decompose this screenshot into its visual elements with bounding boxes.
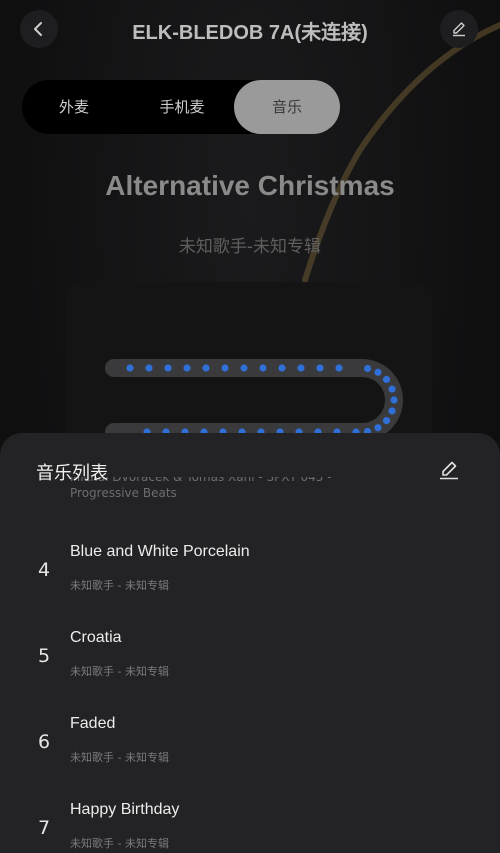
track-separator: - — [114, 665, 125, 678]
track-number: 6 — [37, 731, 51, 753]
led-dot — [126, 364, 134, 372]
track-name: Happy Birthday — [70, 801, 180, 818]
list-item[interactable]: 7 Happy Birthday 未知歌手 - 未知专辑 — [0, 795, 500, 853]
track-name: Blue and White Porcelain — [70, 543, 250, 560]
track-number: 4 — [37, 559, 51, 581]
track-artist: 未知歌手 — [70, 579, 114, 592]
track-meta: 未知歌手 - 未知专辑 — [70, 835, 169, 851]
now-playing-subtitle: 未知歌手-未知专辑 — [178, 237, 322, 257]
now-playing-title: Alternative Christmas — [105, 170, 395, 201]
led-dot — [374, 368, 382, 376]
led-dot — [388, 407, 396, 415]
led-dot — [221, 364, 229, 372]
track-meta: 未知歌手 - 未知专辑 — [70, 749, 169, 765]
led-dot — [259, 364, 267, 372]
led-dot — [388, 385, 396, 393]
edit-device-button[interactable] — [440, 10, 478, 48]
track-name: Croatia — [70, 629, 122, 646]
music-list-title: 音乐列表 — [36, 463, 108, 484]
top-bar: ELK-BLEDOB 7A(未连接) — [0, 0, 500, 60]
track-album: 未知专辑 — [124, 837, 169, 850]
led-dot — [145, 364, 153, 372]
list-item-partial[interactable]: Michal Dvoracek & Tomas Xahl - SPXT 045 … — [70, 477, 450, 501]
led-dot — [164, 364, 172, 372]
list-item[interactable]: 6 Faded 未知歌手 - 未知专辑 — [0, 709, 500, 795]
tab-external-mic[interactable]: 外麦 — [22, 80, 126, 134]
track-album: 未知专辑 — [124, 579, 169, 592]
track-meta: 未知歌手 - 未知专辑 — [70, 577, 169, 593]
pencil-icon — [453, 22, 465, 37]
track-artist: 未知歌手 — [70, 837, 114, 850]
track-separator: - — [114, 751, 125, 764]
track-album: 未知专辑 — [124, 751, 169, 764]
track-number: 7 — [37, 817, 51, 839]
partial-item-line2: Progressive Beats — [70, 486, 177, 500]
led-dot — [374, 424, 382, 432]
track-artist: 未知歌手 — [70, 751, 114, 764]
led-dot — [363, 364, 372, 373]
pencil-icon — [440, 461, 458, 480]
track-album: 未知专辑 — [124, 665, 169, 678]
led-dot — [316, 364, 324, 372]
track-separator: - — [114, 837, 125, 850]
led-dot — [335, 364, 343, 372]
back-button[interactable] — [20, 10, 58, 48]
led-dot — [183, 364, 191, 372]
mode-tabs: 外麦 手机麦 音乐 — [22, 80, 340, 134]
led-dot — [202, 364, 210, 372]
led-dot — [382, 416, 391, 425]
led-dot — [240, 364, 248, 372]
chevron-left-icon — [34, 22, 42, 36]
led-dot — [297, 364, 305, 372]
led-dot — [382, 375, 391, 384]
led-dot — [278, 364, 286, 372]
partial-item-line1: Michal Dvoracek & Tomas Xahl - SPXT 045 … — [70, 477, 332, 484]
track-artist: 未知歌手 — [70, 665, 114, 678]
track-name: Faded — [70, 715, 116, 732]
music-list-sheet: Michal Dvoracek & Tomas Xahl - SPXT 045 … — [0, 433, 500, 853]
device-title: ELK-BLEDOB 7A(未连接) — [132, 22, 368, 44]
list-item[interactable]: 5 Croatia 未知歌手 - 未知专辑 — [0, 623, 500, 709]
track-separator: - — [114, 579, 125, 592]
tab-music[interactable]: 音乐 — [234, 80, 340, 134]
tab-phone-mic[interactable]: 手机麦 — [130, 80, 234, 134]
list-item[interactable]: 4 Blue and White Porcelain 未知歌手 - 未知专辑 — [0, 537, 500, 623]
edit-list-button[interactable] — [436, 457, 462, 483]
led-dot — [390, 396, 398, 404]
track-number: 5 — [37, 645, 51, 667]
track-meta: 未知歌手 - 未知专辑 — [70, 663, 169, 679]
